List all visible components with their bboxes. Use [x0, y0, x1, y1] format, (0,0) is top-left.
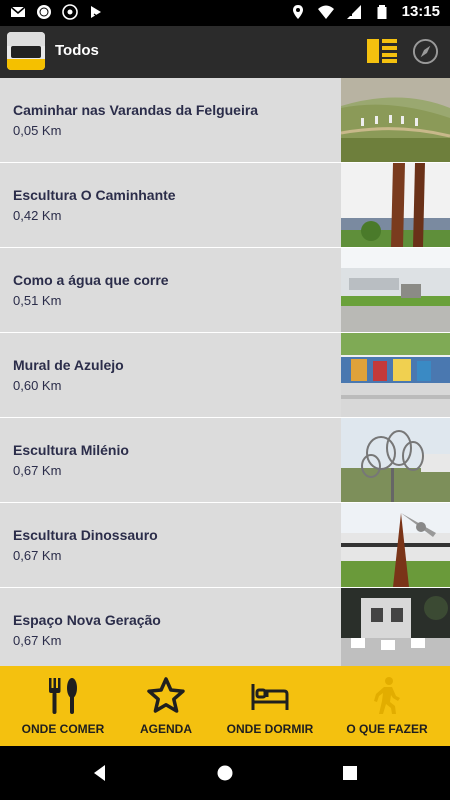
star-icon — [147, 677, 185, 713]
list-item[interactable]: Escultura O Caminhante 0,42 Km — [0, 163, 450, 247]
nav-onde-dormir[interactable]: ONDE DORMIR — [214, 666, 326, 746]
item-name: Mural de Azulejo — [13, 357, 124, 373]
item-distance: 0,05 Km — [13, 123, 62, 138]
status-time: 13:15 — [401, 3, 440, 20]
nav-agenda[interactable]: AGENDA — [110, 666, 222, 746]
back-icon[interactable] — [90, 763, 110, 783]
places-list: Caminhar nas Varandas da Felgueira 0,05 … — [0, 78, 450, 666]
home-icon[interactable] — [215, 763, 235, 783]
item-distance: 0,60 Km — [13, 378, 62, 393]
list-view-icon[interactable] — [367, 39, 397, 63]
circle-app-icon — [37, 5, 51, 19]
item-name: Escultura O Caminhante — [13, 187, 176, 203]
item-name: Como a água que corre — [13, 272, 169, 288]
item-distance: 0,51 Km — [13, 293, 62, 308]
status-right-icons: 13:15 — [290, 3, 440, 20]
location-icon — [292, 4, 303, 19]
bottom-nav: ONDE COMER AGENDA ONDE DORMIR O QUE FAZE… — [0, 666, 450, 746]
list-item[interactable]: Como a água que corre 0,51 Km — [0, 248, 450, 332]
item-distance: 0,67 Km — [13, 463, 62, 478]
white-building-lawn-image — [341, 248, 450, 332]
nav-label: AGENDA — [139, 722, 192, 736]
play-store-icon — [91, 6, 101, 18]
camera-icon — [62, 4, 78, 20]
item-name: Espaço Nova Geração — [13, 612, 161, 628]
list-item[interactable]: Caminhar nas Varandas da Felgueira 0,05 … — [0, 78, 450, 162]
fork-spoon-icon — [49, 678, 77, 714]
bed-icon — [251, 684, 289, 710]
page-title: Todos — [55, 42, 99, 59]
nav-o-que-fazer[interactable]: O QUE FAZER — [331, 666, 443, 746]
terrace-white-chairs-image — [341, 588, 450, 666]
signal-icon — [346, 4, 361, 19]
rust-steel-sculpture-image — [341, 163, 450, 247]
nav-label: ONDE COMER — [21, 722, 105, 736]
nav-label: ONDE DORMIR — [226, 722, 314, 736]
item-name: Caminhar nas Varandas da Felgueira — [13, 102, 259, 118]
item-name: Escultura Milénio — [13, 442, 129, 458]
status-bar: 13:15 — [0, 0, 450, 26]
visit-coimbra-logo — [7, 32, 45, 70]
item-distance: 0,67 Km — [13, 633, 62, 648]
gmail-icon — [10, 6, 26, 17]
hikers-on-hillside-image — [341, 78, 450, 162]
tile-mural-wall-image — [341, 333, 450, 417]
list-item[interactable]: Escultura Dinossauro 0,67 Km — [0, 503, 450, 587]
item-distance: 0,67 Km — [13, 548, 62, 563]
battery-icon — [377, 4, 387, 19]
status-left-icons — [10, 4, 104, 20]
list-item[interactable]: Espaço Nova Geração 0,67 Km — [0, 588, 450, 666]
walking-person-icon — [374, 677, 400, 714]
compass-icon[interactable] — [412, 38, 439, 65]
wifi-icon — [317, 5, 334, 19]
app-bar: Todos — [0, 26, 450, 78]
item-name: Escultura Dinossauro — [13, 527, 158, 543]
nav-onde-comer[interactable]: ONDE COMER — [7, 666, 119, 746]
dinosaur-sculpture-image — [341, 503, 450, 587]
list-item[interactable]: Escultura Milénio 0,67 Km — [0, 418, 450, 502]
nav-label: O QUE FAZER — [346, 722, 428, 736]
item-distance: 0,42 Km — [13, 208, 62, 223]
metal-rings-sculpture-image — [341, 418, 450, 502]
list-item[interactable]: Mural de Azulejo 0,60 Km — [0, 333, 450, 417]
system-nav-bar — [0, 746, 450, 800]
recents-icon[interactable] — [340, 763, 360, 783]
